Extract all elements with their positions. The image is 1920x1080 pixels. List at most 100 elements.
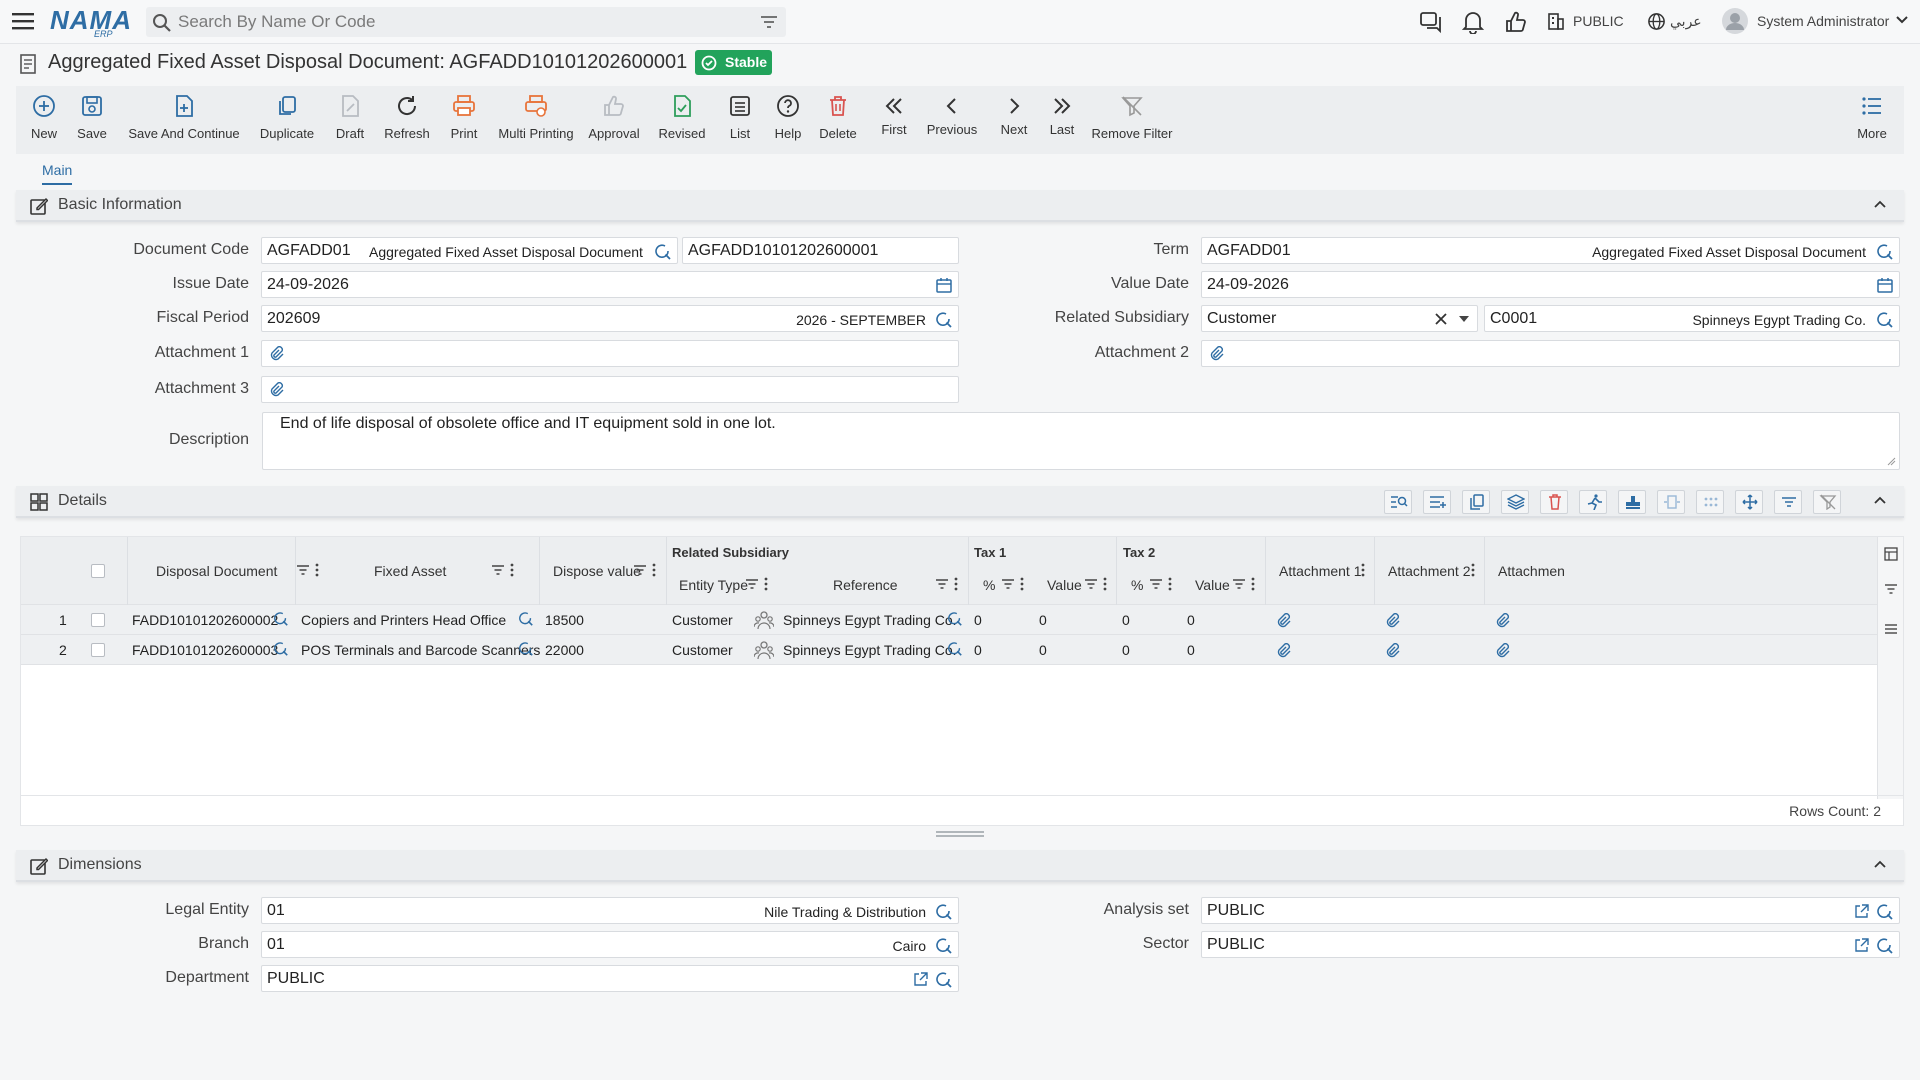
more-button[interactable]: More (1854, 86, 1890, 154)
column-filter-icon[interactable] (1232, 578, 1246, 590)
lookup-icon[interactable] (273, 641, 289, 657)
column-filter-icon[interactable] (491, 564, 505, 576)
table-row[interactable]: 2 FADD10101202600003 POS Terminals and B… (21, 635, 1877, 665)
column-filter-icon[interactable] (935, 578, 949, 590)
menu-icon[interactable] (1884, 623, 1898, 635)
column-menu-icon[interactable] (315, 563, 319, 577)
user-name[interactable]: System Administrator (1757, 13, 1889, 29)
resize-grip-icon[interactable] (936, 830, 984, 838)
chevron-down-icon[interactable] (1896, 16, 1908, 24)
draft-button[interactable]: Draft (328, 86, 372, 154)
people-icon[interactable] (754, 610, 774, 630)
cell-fixed-asset[interactable]: POS Terminals and Barcode Scanners (301, 642, 540, 658)
cell-reference[interactable]: Spinneys Egypt Trading Co. (783, 612, 957, 628)
description-textarea[interactable]: End of life disposal of obsolete office … (262, 412, 1900, 470)
grid-remove-filter-button[interactable] (1813, 490, 1841, 514)
legal-entity-field[interactable]: 01 Nile Trading & Distribution (261, 897, 959, 924)
external-link-icon[interactable] (1854, 938, 1869, 953)
related-subsidiary-type-select[interactable]: Customer (1201, 305, 1478, 332)
column-filter-icon[interactable] (296, 564, 310, 576)
calendar-icon[interactable] (936, 277, 952, 293)
cell-fixed-asset[interactable]: Copiers and Printers Head Office (301, 612, 506, 628)
resize-handle-icon[interactable] (1886, 456, 1896, 466)
cell-disposal-document[interactable]: FADD10101202600002 (132, 612, 278, 628)
cell-tax1-value[interactable]: 0 (1039, 612, 1047, 628)
lookup-icon[interactable] (518, 641, 534, 657)
cell-entity-type[interactable]: Customer (672, 642, 733, 658)
paperclip-icon[interactable] (269, 346, 285, 362)
grid-delete-button[interactable] (1540, 490, 1568, 514)
cell-tax1-value[interactable]: 0 (1039, 642, 1047, 658)
column-header-reference[interactable]: Reference (833, 577, 898, 593)
grid-search-button[interactable] (1384, 490, 1412, 514)
column-menu-icon[interactable] (764, 577, 768, 591)
refresh-button[interactable]: Refresh (378, 86, 436, 154)
approval-button[interactable]: Approval (586, 86, 642, 154)
row-checkbox[interactable] (91, 643, 105, 657)
cell-tax2-value[interactable]: 0 (1187, 642, 1195, 658)
thumbs-up-icon[interactable] (1504, 10, 1528, 34)
department-field[interactable]: PUBLIC (261, 965, 959, 992)
column-header-tax2-percent[interactable]: % (1131, 577, 1143, 593)
attachment-2-field[interactable] (1201, 340, 1900, 367)
attachment-1-field[interactable] (261, 340, 959, 367)
column-header-dispose-value[interactable]: Dispose value (553, 563, 641, 579)
lookup-icon[interactable] (935, 937, 953, 955)
chat-icon[interactable] (1419, 10, 1443, 34)
document-code-field[interactable]: AGFADD01 Aggregated Fixed Asset Disposal… (261, 237, 678, 264)
app-logo[interactable]: NAMA ERP (50, 5, 131, 39)
fiscal-period-field[interactable]: 202609 2026 - SEPTEMBER (261, 305, 959, 332)
cell-tax2-percent[interactable]: 0 (1122, 612, 1130, 628)
next-button[interactable]: Next (996, 86, 1032, 154)
analysis-set-field[interactable]: PUBLIC (1201, 897, 1900, 924)
value-date-field[interactable]: 24-09-2026 (1201, 271, 1900, 298)
lookup-icon[interactable] (1876, 243, 1894, 261)
cell-reference[interactable]: Spinneys Egypt Trading Co. (783, 642, 957, 658)
column-menu-icon[interactable] (1251, 577, 1255, 591)
paperclip-icon[interactable] (1385, 643, 1401, 659)
search-input[interactable] (178, 11, 738, 33)
column-header-attachment-3[interactable]: Attachmen (1498, 563, 1565, 579)
remove-filter-button[interactable]: Remove Filter (1090, 86, 1174, 154)
external-link-icon[interactable] (913, 972, 928, 987)
lookup-icon[interactable] (935, 311, 953, 329)
column-header-fixed-asset[interactable]: Fixed Asset (374, 563, 446, 579)
details-header[interactable]: Details (16, 486, 1904, 518)
paperclip-icon[interactable] (1276, 643, 1292, 659)
first-button[interactable]: First (876, 86, 912, 154)
grid-layers-button[interactable] (1501, 490, 1529, 514)
attachment-3-field[interactable] (261, 376, 959, 403)
lookup-icon[interactable] (1876, 311, 1894, 329)
dimensions-header[interactable]: Dimensions (16, 850, 1904, 882)
column-filter-icon[interactable] (1149, 578, 1163, 590)
avatar[interactable] (1722, 8, 1748, 34)
column-header-entity-type[interactable]: Entity Type (679, 577, 748, 593)
column-header-attachment-1[interactable]: Attachment 1 (1279, 563, 1362, 579)
column-filter-icon[interactable] (1001, 578, 1015, 590)
chevron-up-icon[interactable] (1874, 860, 1886, 868)
analysis-set-selector[interactable]: PUBLIC (1573, 13, 1624, 29)
cell-dispose-value[interactable]: 22000 (545, 642, 584, 658)
paperclip-icon[interactable] (1495, 613, 1511, 629)
lookup-icon[interactable] (273, 611, 289, 627)
delete-button[interactable]: Delete (818, 86, 858, 154)
menu-icon[interactable] (12, 11, 36, 33)
sector-field[interactable]: PUBLIC (1201, 931, 1900, 958)
filter-icon[interactable] (760, 14, 778, 30)
column-header-tax1-percent[interactable]: % (983, 577, 995, 593)
column-header-attachment-2[interactable]: Attachment 2 (1388, 563, 1471, 579)
duplicate-button[interactable]: Duplicate (256, 86, 318, 154)
save-button[interactable]: Save (74, 86, 110, 154)
branch-field[interactable]: 01 Cairo (261, 931, 959, 958)
column-menu-icon[interactable] (954, 577, 958, 591)
grid-filter-button[interactable] (1774, 490, 1802, 514)
column-menu-icon[interactable] (1361, 563, 1365, 577)
cell-tax1-percent[interactable]: 0 (974, 642, 982, 658)
lookup-icon[interactable] (1876, 937, 1894, 955)
paperclip-icon[interactable] (1276, 613, 1292, 629)
cell-disposal-document[interactable]: FADD10101202600003 (132, 642, 278, 658)
save-and-continue-button[interactable]: Save And Continue (126, 86, 242, 154)
grid-copy-button[interactable] (1462, 490, 1490, 514)
grid-fit-button[interactable] (1657, 490, 1685, 514)
column-header-tax1-value[interactable]: Value (1047, 577, 1082, 593)
